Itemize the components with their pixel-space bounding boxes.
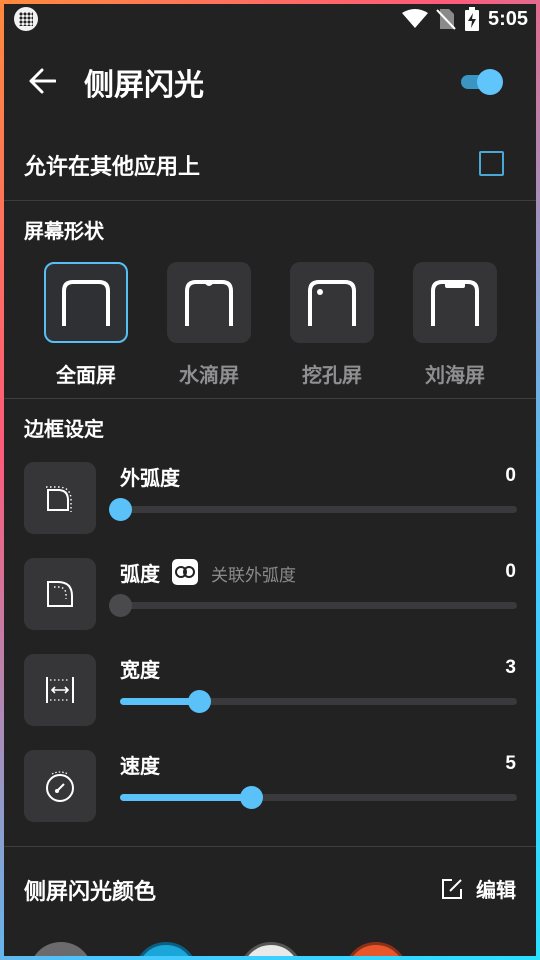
radius-label: 弧度 [120, 562, 160, 586]
inner-corner-icon [24, 558, 96, 630]
speed-label: 速度 [120, 754, 160, 778]
width-slider[interactable] [120, 690, 517, 713]
app-bar: 侧屏闪光 [4, 49, 536, 115]
shape-option-label: 水滴屏 [179, 363, 239, 387]
outer-radius-value: 0 [505, 465, 516, 486]
color-swatch[interactable] [344, 942, 408, 956]
overlay-permission-label: 允许在其他应用上 [24, 155, 201, 180]
shape-option-waterdrop[interactable]: 水滴屏 [167, 262, 253, 388]
width-icon [24, 654, 96, 726]
shape-option-label: 刘海屏 [425, 363, 485, 387]
punchhole-shape-icon [308, 279, 356, 326]
shape-option-fullscreen[interactable]: 全面屏 [44, 262, 130, 388]
speed-value: 5 [505, 753, 516, 774]
radius-value: 0 [505, 561, 516, 582]
master-toggle[interactable] [459, 69, 507, 95]
outer-radius-slider[interactable] [109, 498, 517, 521]
wifi-icon [401, 9, 428, 28]
border-settings-title: 边框设定 [24, 417, 104, 441]
link-icon[interactable] [172, 559, 198, 585]
battery-charging-icon [464, 7, 479, 31]
shape-option-label: 挖孔屏 [302, 363, 362, 387]
color-swatch[interactable] [29, 942, 93, 956]
slider-thumb[interactable] [240, 786, 263, 809]
divider [4, 398, 536, 399]
speed-icon [24, 750, 96, 822]
color-swatch[interactable] [239, 942, 303, 956]
width-value: 3 [505, 657, 516, 678]
edit-label: 编辑 [476, 878, 516, 902]
shape-option-punchhole[interactable]: 挖孔屏 [290, 262, 376, 388]
outer-corner-icon [24, 462, 96, 534]
page-title: 侧屏闪光 [84, 68, 204, 103]
divider [4, 200, 536, 201]
screen-shape-title: 屏幕形状 [24, 219, 104, 243]
outer-radius-label: 外弧度 [120, 466, 180, 490]
speed-setting: 速度 5 [4, 750, 536, 836]
slider-thumb[interactable] [109, 498, 132, 521]
waterdrop-shape-icon [185, 279, 233, 326]
speed-slider[interactable] [120, 786, 517, 809]
status-bar: 5:05 [4, 4, 536, 32]
overlay-permission-row[interactable]: 允许在其他应用上 [4, 129, 536, 201]
edit-icon [442, 878, 462, 899]
notification-app-icon [14, 7, 38, 31]
screen-shape-options: 全面屏 水滴屏 挖孔屏 刘海屏 [4, 262, 536, 392]
clock: 5:05 [487, 7, 528, 30]
slider-thumb[interactable] [188, 690, 212, 713]
outer-radius-setting: 外弧度 0 [4, 462, 536, 548]
flash-color-title: 侧屏闪光颜色 [24, 880, 157, 905]
width-label: 宽度 [120, 658, 160, 682]
color-swatch[interactable] [134, 942, 198, 956]
radius-slider [109, 594, 517, 617]
edit-button[interactable]: 编辑 [440, 874, 516, 903]
link-outer-radius-label[interactable]: 关联外弧度 [211, 561, 296, 586]
divider [4, 846, 536, 847]
width-setting: 宽度 3 [4, 654, 536, 740]
app-screen: 5:05 侧屏闪光 允许在其他应用上 屏幕形状 全面屏 水滴屏 挖孔屏 刘海屏 … [4, 4, 536, 956]
radius-setting: 弧度 关联外弧度 0 [4, 558, 536, 644]
shape-option-label: 全面屏 [56, 363, 116, 387]
notch-shape-icon [431, 279, 479, 326]
back-arrow-icon[interactable] [24, 63, 60, 99]
overlay-permission-checkbox[interactable] [479, 151, 504, 176]
no-sim-icon [436, 9, 456, 30]
slider-thumb [109, 594, 132, 617]
shape-option-notch[interactable]: 刘海屏 [413, 262, 499, 388]
fullscreen-shape-icon [62, 279, 110, 326]
